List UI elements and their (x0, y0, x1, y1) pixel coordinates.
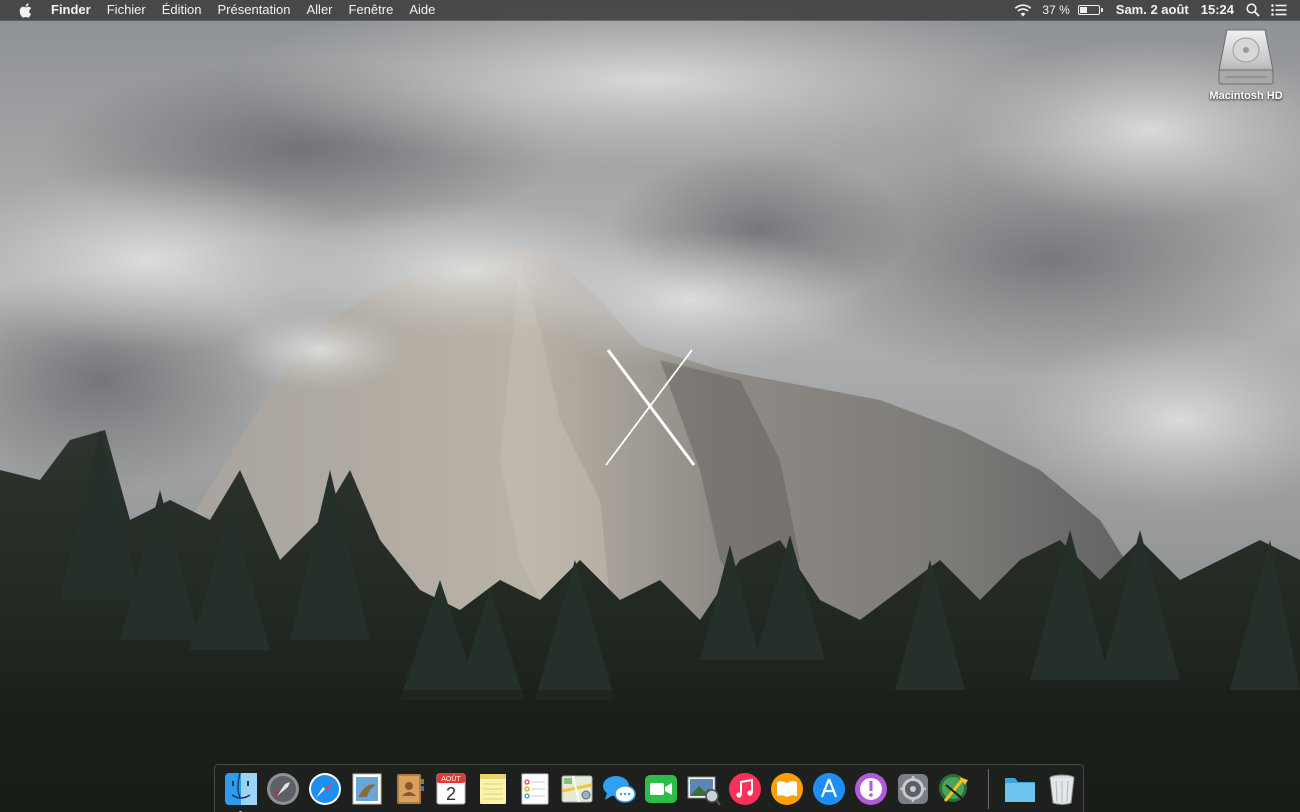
dock-trash[interactable] (1043, 770, 1081, 808)
dock-calendar[interactable]: AOÛT 2 (432, 770, 470, 808)
dock-notes[interactable] (474, 770, 512, 808)
dock-safari[interactable] (306, 770, 344, 808)
dock: AOÛT 2 (214, 764, 1084, 812)
dock-feedback-assistant[interactable] (852, 770, 890, 808)
macintosh-hd-desktop-icon[interactable]: Macintosh HD (1200, 26, 1292, 102)
calendar-month: AOÛT (441, 774, 461, 783)
dock-system-preferences[interactable] (894, 770, 932, 808)
contacts-book-icon (397, 773, 424, 804)
menu-presentation[interactable]: Présentation (210, 0, 299, 20)
notification-center-icon[interactable] (1266, 0, 1292, 20)
battery-level-fill (1079, 7, 1087, 13)
menu-edition[interactable]: Édition (154, 0, 210, 20)
macintosh-hd-label: Macintosh HD (1209, 90, 1283, 102)
notes-pad-icon (480, 773, 506, 804)
calendar-icon: AOÛT 2 (436, 773, 466, 804)
hard-drive-icon (1218, 29, 1274, 85)
launchpad-rocket-icon (267, 772, 299, 805)
dock-xcode[interactable] (936, 770, 974, 808)
reminders-list-icon (521, 773, 549, 804)
apple-logo-icon[interactable] (18, 2, 32, 18)
ibooks-icon (771, 772, 803, 805)
desktop: Finder Fichier Édition Présentation Alle… (0, 0, 1300, 812)
dock-finder[interactable] (222, 770, 260, 812)
menu-date[interactable]: Sam. 2 août (1110, 0, 1195, 20)
folder-icon (1005, 777, 1035, 802)
calendar-day: 2 (446, 784, 456, 804)
dock-app-store[interactable] (810, 770, 848, 808)
dock-itunes[interactable] (726, 770, 764, 808)
x-logo (605, 349, 696, 466)
messages-bubble-icon (603, 775, 636, 803)
dock-launchpad[interactable] (264, 770, 302, 808)
menu-bar: Finder Fichier Édition Présentation Alle… (0, 0, 1300, 20)
battery-percent[interactable]: 37 % (1036, 0, 1075, 20)
system-preferences-gear-icon (898, 773, 928, 804)
app-store-icon (813, 772, 845, 805)
itunes-music-icon (729, 772, 761, 805)
menu-aide[interactable]: Aide (401, 0, 443, 20)
dock-contacts[interactable] (390, 770, 428, 808)
dock-messages[interactable] (600, 770, 638, 808)
dock-reminders[interactable] (516, 770, 554, 808)
dock-separator (988, 768, 989, 809)
dock-facetime[interactable] (642, 770, 680, 808)
dock-mail[interactable] (348, 770, 386, 808)
menu-fenetre[interactable]: Fenêtre (341, 0, 402, 20)
feedback-exclamation-icon (855, 772, 887, 805)
finder-icon (225, 772, 257, 805)
menu-time[interactable]: 15:24 (1195, 0, 1240, 20)
dock-ibooks[interactable] (768, 770, 806, 808)
dock-downloads-folder[interactable] (1001, 770, 1039, 808)
menu-app-name[interactable]: Finder (43, 0, 99, 20)
wifi-icon[interactable] (1010, 0, 1036, 20)
facetime-camera-icon (645, 774, 677, 803)
mail-stamp-icon (352, 773, 382, 804)
preview-photos-icon (687, 776, 721, 806)
maps-icon (561, 775, 593, 802)
xcode-hammer-icon (939, 773, 968, 802)
menu-aller[interactable]: Aller (299, 0, 341, 20)
dock-maps[interactable] (558, 770, 596, 808)
safari-compass-icon (309, 772, 341, 805)
battery-icon[interactable] (1077, 5, 1103, 15)
menu-fichier[interactable]: Fichier (99, 0, 154, 20)
dock-preview[interactable] (684, 770, 722, 808)
spotlight-search-icon[interactable] (1240, 0, 1266, 20)
trash-icon (1049, 774, 1075, 805)
